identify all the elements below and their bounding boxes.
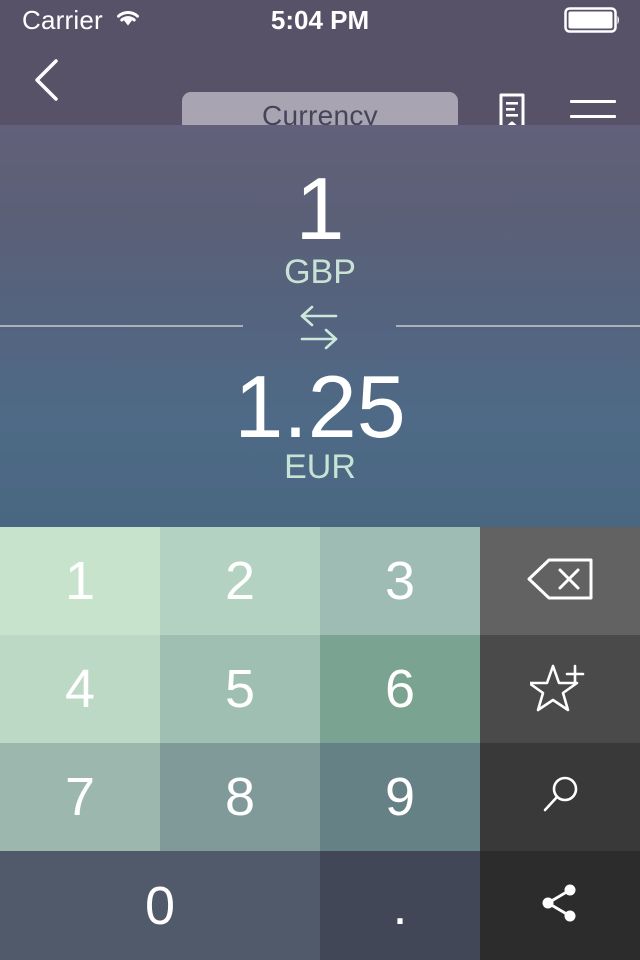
share-key[interactable] [480, 851, 640, 960]
from-currency-code[interactable]: GBP [0, 255, 640, 289]
star-plus-icon [527, 660, 590, 719]
key-4[interactable]: 4 [0, 635, 160, 743]
key-0-label: 0 [144, 875, 176, 936]
key-2[interactable]: 2 [160, 527, 320, 635]
hamburger-menu-icon-line-1 [570, 100, 616, 103]
status-bar: Carrier 5:04 PM [0, 0, 640, 40]
numeric-keypad: 1 2 3 4 5 6 7 8 9 0 . [0, 527, 640, 960]
clock-label: 5:04 PM [270, 4, 370, 35]
key-decimal-label: . [392, 875, 408, 936]
key-2-label: 2 [224, 551, 256, 611]
divider-right [396, 325, 640, 327]
to-currency-code[interactable]: EUR [0, 450, 640, 484]
key-5[interactable]: 5 [160, 635, 320, 743]
divider-left [0, 325, 243, 327]
from-amount[interactable]: 1 [0, 165, 640, 253]
backspace-icon [524, 555, 596, 608]
add-favorite-key[interactable] [480, 635, 640, 743]
key-4-label: 4 [64, 659, 96, 719]
app-root: Carrier 5:04 PM Currency 1 GBP 1.25 EUR … [0, 0, 640, 960]
key-5-label: 5 [224, 659, 256, 719]
key-1-label: 1 [64, 551, 96, 611]
key-0[interactable]: 0 [0, 851, 320, 960]
navigation-bar: Currency [0, 40, 640, 139]
key-6[interactable]: 6 [320, 635, 480, 743]
battery-full-icon [564, 7, 622, 33]
key-7[interactable]: 7 [0, 743, 160, 851]
key-decimal[interactable]: . [320, 851, 480, 960]
key-3-label: 3 [384, 551, 416, 611]
key-1[interactable]: 1 [0, 527, 160, 635]
key-7-label: 7 [64, 767, 96, 827]
key-6-label: 6 [384, 659, 416, 719]
back-button[interactable] [22, 58, 72, 108]
backspace-key[interactable] [480, 527, 640, 635]
search-icon [536, 771, 584, 824]
swap-currencies-button[interactable] [278, 300, 362, 355]
search-key[interactable] [480, 743, 640, 851]
chevron-left-icon [30, 56, 64, 109]
key-3[interactable]: 3 [320, 527, 480, 635]
key-9-label: 9 [384, 767, 416, 827]
share-icon [536, 879, 584, 932]
to-amount[interactable]: 1.25 [0, 363, 640, 451]
conversion-display: 1 GBP 1.25 EUR [0, 125, 640, 527]
key-8-label: 8 [224, 767, 256, 827]
hamburger-menu-icon-line-2 [570, 114, 616, 118]
key-9[interactable]: 9 [320, 743, 480, 851]
key-8[interactable]: 8 [160, 743, 320, 851]
